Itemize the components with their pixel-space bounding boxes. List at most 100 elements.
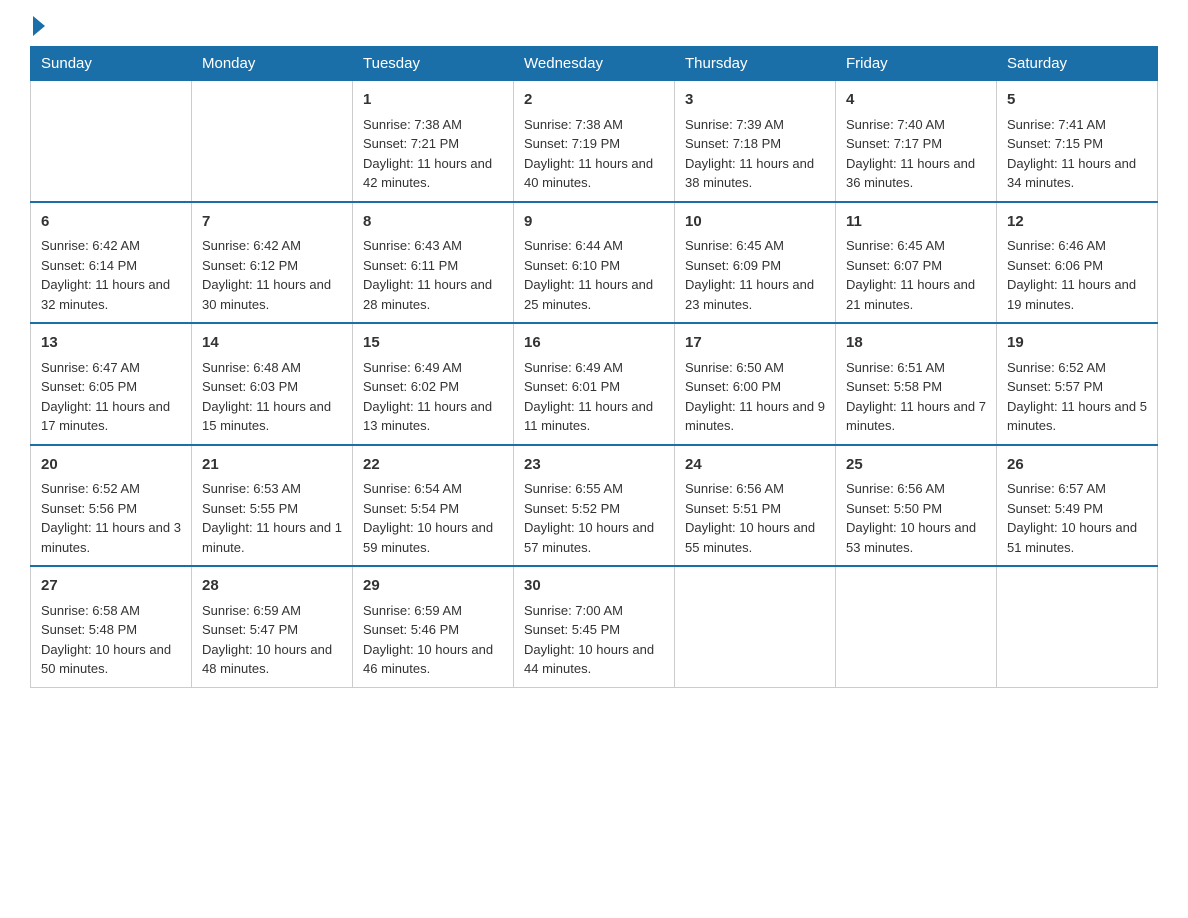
sunset-text: Sunset: 6:11 PM — [363, 256, 503, 276]
calendar-cell: 1Sunrise: 7:38 AMSunset: 7:21 PMDaylight… — [353, 81, 514, 202]
daylight-text: Daylight: 10 hours and 57 minutes. — [524, 518, 664, 557]
sunrise-text: Sunrise: 6:52 AM — [1007, 358, 1147, 378]
daylight-text: Daylight: 10 hours and 51 minutes. — [1007, 518, 1147, 557]
sunrise-text: Sunrise: 6:42 AM — [202, 236, 342, 256]
sunrise-text: Sunrise: 6:53 AM — [202, 479, 342, 499]
sunset-text: Sunset: 6:02 PM — [363, 377, 503, 397]
sunset-text: Sunset: 7:15 PM — [1007, 134, 1147, 154]
cell-content: 10Sunrise: 6:45 AMSunset: 6:09 PMDayligh… — [685, 211, 825, 315]
calendar-cell — [31, 81, 192, 202]
logo — [30, 20, 45, 36]
sunset-text: Sunset: 7:18 PM — [685, 134, 825, 154]
day-number: 20 — [41, 454, 181, 477]
cell-content: 29Sunrise: 6:59 AMSunset: 5:46 PMDayligh… — [363, 575, 503, 679]
day-number: 14 — [202, 332, 342, 355]
cell-content: 12Sunrise: 6:46 AMSunset: 6:06 PMDayligh… — [1007, 211, 1147, 315]
day-number: 18 — [846, 332, 986, 355]
daylight-text: Daylight: 11 hours and 21 minutes. — [846, 275, 986, 314]
daylight-text: Daylight: 11 hours and 40 minutes. — [524, 154, 664, 193]
day-number: 24 — [685, 454, 825, 477]
sunrise-text: Sunrise: 6:46 AM — [1007, 236, 1147, 256]
sunrise-text: Sunrise: 6:51 AM — [846, 358, 986, 378]
daylight-text: Daylight: 10 hours and 55 minutes. — [685, 518, 825, 557]
cell-content: 16Sunrise: 6:49 AMSunset: 6:01 PMDayligh… — [524, 332, 664, 436]
daylight-text: Daylight: 10 hours and 44 minutes. — [524, 640, 664, 679]
page-header — [30, 20, 1158, 36]
sunrise-text: Sunrise: 6:49 AM — [524, 358, 664, 378]
sunset-text: Sunset: 5:54 PM — [363, 499, 503, 519]
sunset-text: Sunset: 5:58 PM — [846, 377, 986, 397]
calendar-cell: 25Sunrise: 6:56 AMSunset: 5:50 PMDayligh… — [836, 445, 997, 567]
cell-content: 25Sunrise: 6:56 AMSunset: 5:50 PMDayligh… — [846, 454, 986, 558]
calendar-cell: 2Sunrise: 7:38 AMSunset: 7:19 PMDaylight… — [514, 81, 675, 202]
calendar-cell: 13Sunrise: 6:47 AMSunset: 6:05 PMDayligh… — [31, 323, 192, 445]
calendar-header-sunday: Sunday — [31, 47, 192, 81]
cell-content: 20Sunrise: 6:52 AMSunset: 5:56 PMDayligh… — [41, 454, 181, 558]
day-number: 26 — [1007, 454, 1147, 477]
cell-content: 3Sunrise: 7:39 AMSunset: 7:18 PMDaylight… — [685, 89, 825, 193]
day-number: 12 — [1007, 211, 1147, 234]
sunset-text: Sunset: 6:00 PM — [685, 377, 825, 397]
sunset-text: Sunset: 6:01 PM — [524, 377, 664, 397]
daylight-text: Daylight: 10 hours and 48 minutes. — [202, 640, 342, 679]
daylight-text: Daylight: 11 hours and 38 minutes. — [685, 154, 825, 193]
calendar-cell: 9Sunrise: 6:44 AMSunset: 6:10 PMDaylight… — [514, 202, 675, 324]
calendar-cell: 16Sunrise: 6:49 AMSunset: 6:01 PMDayligh… — [514, 323, 675, 445]
cell-content: 26Sunrise: 6:57 AMSunset: 5:49 PMDayligh… — [1007, 454, 1147, 558]
cell-content: 1Sunrise: 7:38 AMSunset: 7:21 PMDaylight… — [363, 89, 503, 193]
calendar-cell: 28Sunrise: 6:59 AMSunset: 5:47 PMDayligh… — [192, 566, 353, 687]
sunrise-text: Sunrise: 6:50 AM — [685, 358, 825, 378]
sunrise-text: Sunrise: 7:00 AM — [524, 601, 664, 621]
sunset-text: Sunset: 7:17 PM — [846, 134, 986, 154]
calendar-cell — [836, 566, 997, 687]
sunrise-text: Sunrise: 7:40 AM — [846, 115, 986, 135]
calendar-cell: 8Sunrise: 6:43 AMSunset: 6:11 PMDaylight… — [353, 202, 514, 324]
calendar-cell: 10Sunrise: 6:45 AMSunset: 6:09 PMDayligh… — [675, 202, 836, 324]
calendar-cell — [192, 81, 353, 202]
cell-content: 28Sunrise: 6:59 AMSunset: 5:47 PMDayligh… — [202, 575, 342, 679]
calendar-week-row: 13Sunrise: 6:47 AMSunset: 6:05 PMDayligh… — [31, 323, 1158, 445]
cell-content: 24Sunrise: 6:56 AMSunset: 5:51 PMDayligh… — [685, 454, 825, 558]
calendar-cell: 17Sunrise: 6:50 AMSunset: 6:00 PMDayligh… — [675, 323, 836, 445]
daylight-text: Daylight: 11 hours and 13 minutes. — [363, 397, 503, 436]
sunrise-text: Sunrise: 6:45 AM — [685, 236, 825, 256]
calendar-week-row: 27Sunrise: 6:58 AMSunset: 5:48 PMDayligh… — [31, 566, 1158, 687]
daylight-text: Daylight: 11 hours and 17 minutes. — [41, 397, 181, 436]
day-number: 19 — [1007, 332, 1147, 355]
cell-content: 14Sunrise: 6:48 AMSunset: 6:03 PMDayligh… — [202, 332, 342, 436]
daylight-text: Daylight: 11 hours and 15 minutes. — [202, 397, 342, 436]
calendar-cell: 29Sunrise: 6:59 AMSunset: 5:46 PMDayligh… — [353, 566, 514, 687]
daylight-text: Daylight: 10 hours and 50 minutes. — [41, 640, 181, 679]
daylight-text: Daylight: 11 hours and 19 minutes. — [1007, 275, 1147, 314]
day-number: 23 — [524, 454, 664, 477]
daylight-text: Daylight: 11 hours and 34 minutes. — [1007, 154, 1147, 193]
sunrise-text: Sunrise: 6:58 AM — [41, 601, 181, 621]
calendar-cell — [675, 566, 836, 687]
sunrise-text: Sunrise: 6:59 AM — [363, 601, 503, 621]
calendar-header-saturday: Saturday — [997, 47, 1158, 81]
calendar-cell: 21Sunrise: 6:53 AMSunset: 5:55 PMDayligh… — [192, 445, 353, 567]
cell-content: 19Sunrise: 6:52 AMSunset: 5:57 PMDayligh… — [1007, 332, 1147, 436]
calendar-cell: 7Sunrise: 6:42 AMSunset: 6:12 PMDaylight… — [192, 202, 353, 324]
day-number: 11 — [846, 211, 986, 234]
sunrise-text: Sunrise: 7:38 AM — [363, 115, 503, 135]
sunset-text: Sunset: 5:46 PM — [363, 620, 503, 640]
day-number: 4 — [846, 89, 986, 112]
calendar-cell: 4Sunrise: 7:40 AMSunset: 7:17 PMDaylight… — [836, 81, 997, 202]
calendar-cell — [997, 566, 1158, 687]
daylight-text: Daylight: 11 hours and 9 minutes. — [685, 397, 825, 436]
cell-content: 17Sunrise: 6:50 AMSunset: 6:00 PMDayligh… — [685, 332, 825, 436]
day-number: 16 — [524, 332, 664, 355]
cell-content: 6Sunrise: 6:42 AMSunset: 6:14 PMDaylight… — [41, 211, 181, 315]
day-number: 29 — [363, 575, 503, 598]
daylight-text: Daylight: 11 hours and 30 minutes. — [202, 275, 342, 314]
calendar-header-thursday: Thursday — [675, 47, 836, 81]
cell-content: 21Sunrise: 6:53 AMSunset: 5:55 PMDayligh… — [202, 454, 342, 558]
cell-content: 9Sunrise: 6:44 AMSunset: 6:10 PMDaylight… — [524, 211, 664, 315]
calendar-header-tuesday: Tuesday — [353, 47, 514, 81]
sunrise-text: Sunrise: 6:55 AM — [524, 479, 664, 499]
calendar-cell: 19Sunrise: 6:52 AMSunset: 5:57 PMDayligh… — [997, 323, 1158, 445]
cell-content: 22Sunrise: 6:54 AMSunset: 5:54 PMDayligh… — [363, 454, 503, 558]
daylight-text: Daylight: 11 hours and 5 minutes. — [1007, 397, 1147, 436]
day-number: 6 — [41, 211, 181, 234]
